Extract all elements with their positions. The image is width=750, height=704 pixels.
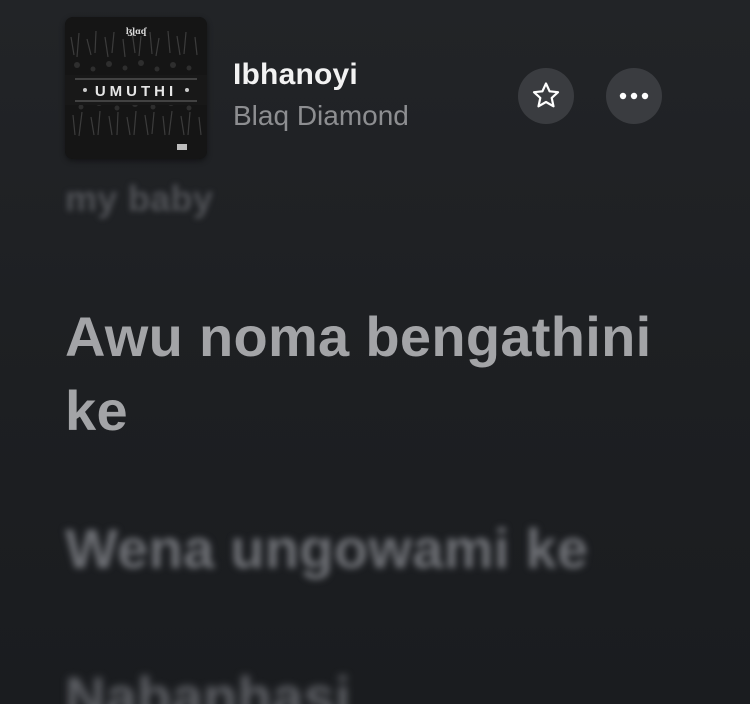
track-title[interactable]: Ibhanoyi — [233, 58, 358, 92]
lyric-line-next[interactable]: Wena ungowami ke — [65, 512, 588, 586]
track-artist[interactable]: Blaq Diamond — [233, 100, 409, 132]
album-artwork-image: UMUTHI ɮɭɑʠ — [65, 17, 207, 159]
more-options-button[interactable] — [606, 68, 662, 124]
ellipsis-icon — [619, 92, 649, 100]
album-artwork[interactable]: UMUTHI ɮɭɑʠ — [65, 17, 207, 159]
favorite-button[interactable] — [518, 68, 574, 124]
lyric-line-previous[interactable]: my baby — [65, 178, 213, 220]
album-logo-text: ɮɭɑʠ — [126, 26, 148, 36]
star-outline-icon — [532, 82, 560, 108]
now-playing-lyrics-screen: UMUTHI ɮɭɑʠ Ibhanoyi Blaq Diamond my bab… — [0, 0, 750, 704]
lyric-line-following[interactable]: Nabanhasi — [65, 660, 351, 704]
lyric-line-current[interactable]: Awu noma bengathini ke — [65, 300, 705, 448]
album-title-text: UMUTHI — [95, 83, 177, 100]
